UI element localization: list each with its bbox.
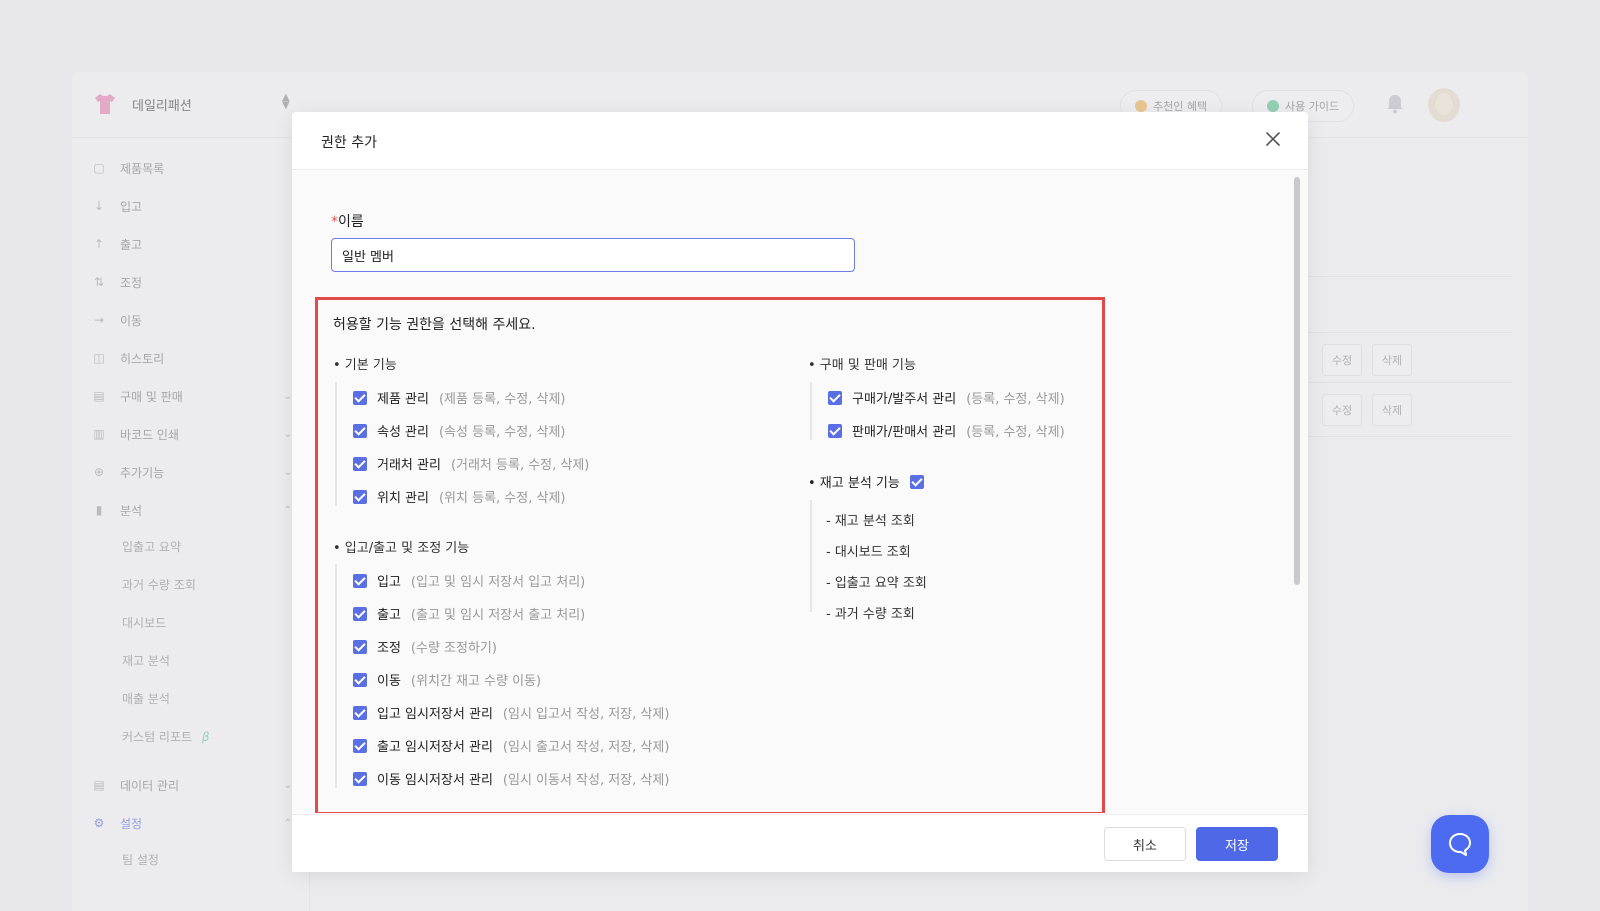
perm-outbound[interactable]: 출고 (출고 및 임시 저장서 출고 처리) [353, 604, 585, 623]
perm-desc: (등록, 수정, 삭제) [966, 392, 1065, 407]
group-rail [810, 500, 812, 612]
checkbox-checked-icon[interactable] [353, 423, 367, 438]
perm-desc: (위치간 재고 수량 이동) [410, 674, 542, 689]
name-label: *이름 [331, 211, 364, 231]
perm-partner-manage[interactable]: 거래처 관리 (거래처 등록, 수정, 삭제) [353, 454, 589, 473]
perm-name: 위치 관리 [377, 491, 429, 506]
scrollbar[interactable] [1294, 177, 1300, 585]
perm-name: 출고 [377, 608, 401, 623]
perm-desc: (속성 등록, 수정, 삭제) [438, 425, 566, 440]
perm-sales-order[interactable]: 판매가/판매서 관리 (등록, 수정, 삭제) [828, 421, 1065, 440]
perm-product-manage[interactable]: 제품 관리 (제품 등록, 수정, 삭제) [353, 388, 565, 407]
checkbox-checked-icon[interactable] [828, 423, 842, 438]
perm-inbound-draft[interactable]: 입고 임시저장서 관리 (임시 입고서 작성, 저장, 삭제) [353, 703, 669, 722]
name-input[interactable] [331, 238, 855, 272]
perm-name: 판매가/판매서 관리 [852, 425, 957, 440]
checkbox-checked-icon[interactable] [353, 771, 367, 786]
perm-outbound-draft[interactable]: 출고 임시저장서 관리 (임시 출고서 작성, 저장, 삭제) [353, 736, 669, 755]
basic-group-title: • 기본 기능 [333, 358, 397, 373]
inout-summary-view: - 입출고 요약 조회 [826, 576, 927, 591]
perm-desc: (임시 이동서 작성, 저장, 삭제) [502, 773, 670, 788]
checkbox-checked-icon[interactable] [353, 639, 367, 654]
modal-title: 권한 추가 [321, 135, 377, 151]
add-permission-modal: 권한 추가 *이름 허용할 기능 권한을 선택해 주세요. • 기본 기능 제품… [292, 112, 1308, 872]
perm-desc: (등록, 수정, 삭제) [966, 425, 1065, 440]
checkbox-checked-icon[interactable] [353, 456, 367, 471]
perm-name: 입고 임시저장서 관리 [377, 707, 493, 722]
dashboard-view: - 대시보드 조회 [826, 545, 911, 560]
stock-analysis-view: - 재고 분석 조회 [826, 514, 915, 529]
perm-name: 구매가/발주서 관리 [852, 392, 957, 407]
perm-name: 거래처 관리 [377, 458, 441, 473]
stock-analysis-group[interactable]: • 재고 분석 기능 [808, 472, 924, 491]
perm-name: 제품 관리 [377, 392, 429, 407]
perm-inbound[interactable]: 입고 (입고 및 임시 저장서 입고 처리) [353, 571, 585, 590]
checkbox-checked-icon[interactable] [353, 489, 367, 504]
inout-group-title: • 입고/출고 및 조정 기능 [333, 541, 470, 556]
chat-button[interactable] [1431, 815, 1489, 873]
save-button[interactable]: 저장 [1196, 827, 1278, 861]
perm-desc: (출고 및 임시 저장서 출고 처리) [410, 608, 586, 623]
chat-bubble-icon [1449, 833, 1471, 856]
checkbox-checked-icon[interactable] [828, 390, 842, 405]
perm-name: 이동 임시저장서 관리 [377, 773, 493, 788]
perm-attribute-manage[interactable]: 속성 관리 (속성 등록, 수정, 삭제) [353, 421, 565, 440]
perm-desc: (제품 등록, 수정, 삭제) [438, 392, 566, 407]
perm-purchase-order[interactable]: 구매가/발주서 관리 (등록, 수정, 삭제) [828, 388, 1065, 407]
group-rail [810, 382, 812, 440]
perm-adjust[interactable]: 조정 (수량 조정하기) [353, 637, 497, 656]
group-rail [335, 382, 337, 506]
checkbox-checked-icon[interactable] [353, 606, 367, 621]
perm-move[interactable]: 이동 (위치간 재고 수량 이동) [353, 670, 541, 689]
required-mark: * [331, 214, 338, 230]
permissions-title: 허용할 기능 권한을 선택해 주세요. [333, 317, 536, 333]
perm-name: 조정 [377, 641, 401, 656]
purchase-group-title: • 구매 및 판매 기능 [808, 358, 916, 373]
modal-footer: 취소 저장 [292, 814, 1308, 872]
checkbox-checked-icon[interactable] [353, 390, 367, 405]
perm-name: 속성 관리 [377, 425, 429, 440]
perm-desc: (임시 출고서 작성, 저장, 삭제) [502, 740, 670, 755]
perm-desc: (위치 등록, 수정, 삭제) [438, 491, 566, 506]
cancel-button[interactable]: 취소 [1104, 827, 1186, 861]
checkbox-checked-icon[interactable] [353, 573, 367, 588]
stock-analysis-group-title: • 재고 분석 기능 [808, 476, 900, 491]
perm-desc: (거래처 등록, 수정, 삭제) [450, 458, 590, 473]
checkbox-checked-icon[interactable] [353, 738, 367, 753]
perm-desc: (임시 입고서 작성, 저장, 삭제) [502, 707, 670, 722]
close-icon[interactable] [1262, 128, 1284, 150]
perm-name: 이동 [377, 674, 401, 689]
perm-desc: (수량 조정하기) [410, 641, 497, 656]
perm-desc: (입고 및 임시 저장서 입고 처리) [410, 575, 586, 590]
name-label-text: 이름 [338, 214, 364, 230]
modal-body: *이름 허용할 기능 권한을 선택해 주세요. • 기본 기능 제품 관리 (제품… [292, 171, 1308, 813]
checkbox-checked-icon[interactable] [353, 705, 367, 720]
modal-header: 권한 추가 [292, 112, 1308, 170]
checkbox-checked-icon[interactable] [909, 474, 924, 489]
permissions-section: 허용할 기능 권한을 선택해 주세요. • 기본 기능 제품 관리 (제품 등록,… [315, 297, 1105, 813]
checkbox-checked-icon[interactable] [353, 672, 367, 687]
group-rail [335, 564, 337, 788]
perm-name: 출고 임시저장서 관리 [377, 740, 493, 755]
perm-name: 입고 [377, 575, 401, 590]
perm-move-draft[interactable]: 이동 임시저장서 관리 (임시 이동서 작성, 저장, 삭제) [353, 769, 669, 788]
past-qty-view: - 과거 수량 조회 [826, 607, 915, 622]
perm-location-manage[interactable]: 위치 관리 (위치 등록, 수정, 삭제) [353, 487, 565, 506]
